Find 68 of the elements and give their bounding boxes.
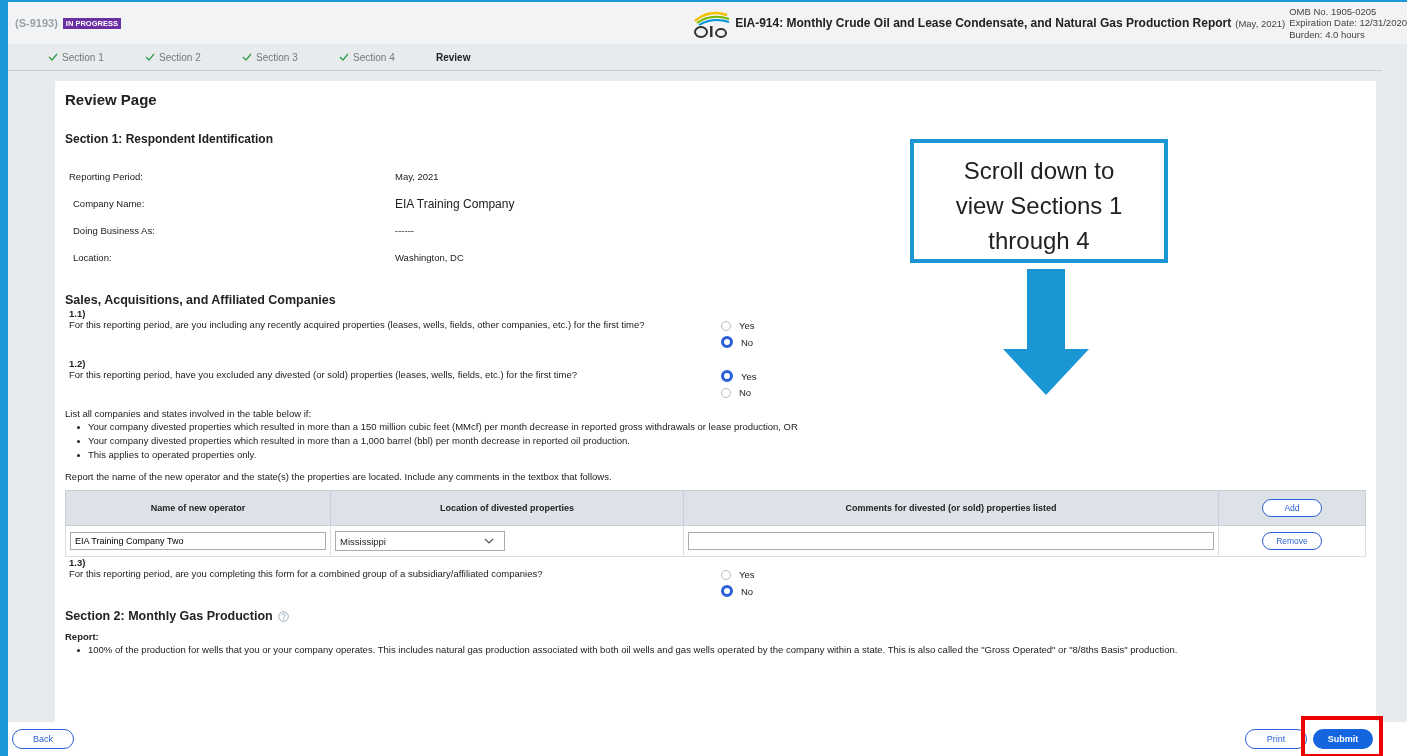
down-arrow-icon	[1003, 269, 1089, 395]
chevron-icon	[484, 538, 494, 544]
question-text: For this reporting period, have you excluded any divested (or sold) properties (leases, wells, fields, etc.) for the first time?	[69, 369, 578, 380]
operator-input[interactable]: EIA Training Company Two	[70, 532, 326, 550]
field-value: Washington, DC	[395, 251, 464, 265]
omb-number: OMB No. 1905-0205	[1289, 5, 1378, 18]
checkmark-icon	[145, 52, 155, 61]
column-header: Location of divested properties	[330, 490, 684, 526]
question-text: For this reporting period, are you including any recently acquired properties (leases, wells, fields, other companies, etc.) for the first time?	[69, 319, 646, 330]
field-label: Doing Business As:	[72, 224, 155, 238]
checkmark-icon	[339, 52, 349, 61]
field-label: Reporting Period:	[69, 170, 143, 184]
bullet-text: Your company divested properties which resulted in more than a 150 million cubic feet (MMcf) per month decrease in reported gross withdrawals or lease production, OR	[88, 420, 798, 434]
help-icon[interactable]	[277, 610, 289, 622]
report-period: (May, 2021)	[1235, 17, 1286, 29]
radio-label: No	[741, 585, 754, 597]
radio-label: Yes	[741, 370, 757, 382]
radio-label: No	[741, 336, 754, 348]
report-label: Report:	[65, 631, 100, 642]
question-number: 1.3)	[69, 557, 87, 568]
print-button[interactable]: Print	[1245, 729, 1307, 749]
bullet-icon	[77, 439, 80, 443]
list-intro: List all companies and states involved in the table below if:	[65, 408, 313, 419]
radio-button[interactable]	[721, 336, 733, 348]
field-value: EIA Training Company	[395, 197, 515, 211]
field-label: Location:	[72, 251, 112, 265]
question-number: 1.1)	[69, 308, 87, 319]
burden-text: Burden: 4.0 hours	[1289, 28, 1366, 41]
bullet-icon	[77, 425, 80, 429]
checkmark-icon	[48, 52, 58, 61]
bullet-icon	[77, 453, 80, 457]
back-button[interactable]: Back	[12, 729, 74, 749]
checkmark-icon	[242, 52, 252, 61]
bullet-text: 100% of the production for wells that you or your company operates. This includes natural gas production associated with both oil wells and gas wells operated by the company within a state. This is also called the "Gross Operated" or "8/8ths Basis" production.	[88, 643, 1178, 657]
field-value: May, 2021	[395, 170, 439, 184]
callout-box: Scroll down to view Sections 1 through 4	[910, 139, 1168, 263]
remove-button[interactable]: Remove	[1262, 532, 1322, 550]
column-header: Comments for divested (or sold) properties listed	[683, 490, 1219, 526]
location-dropdown[interactable]: Mississippi	[335, 531, 505, 551]
step-tab[interactable]: Section 2	[145, 51, 242, 63]
step-tab[interactable]: Section 1	[48, 51, 145, 63]
expiration-date: Expiration Date: 12/31/2020	[1289, 17, 1407, 29]
bullet-text: Your company divested properties which resulted in more than a 1,000 barrel (bbl) per month decrease in reported oil production.	[88, 434, 630, 448]
section-title: Section 2: Monthly Gas Production	[65, 609, 273, 623]
question-text: For this reporting period, are you completing this form for a combined group of a subsidiary/affiliated companies?	[69, 568, 544, 579]
radio-label: No	[739, 387, 752, 398]
field-value: ------	[395, 224, 414, 238]
radio-label: Yes	[739, 569, 755, 580]
form-title: EIA-914: Monthly Crude Oil and Lease Condensate, and Natural Gas Production Report	[735, 16, 1232, 30]
field-label: Company Name:	[72, 197, 145, 211]
bullet-icon	[77, 648, 80, 652]
step-tab[interactable]: Section 4	[339, 51, 436, 63]
column-header: Name of new operator	[65, 490, 331, 526]
submit-button[interactable]: Submit	[1313, 729, 1373, 749]
comments-input[interactable]	[688, 532, 1214, 550]
step-tab[interactable]: Review	[436, 51, 533, 63]
section-title: Section 1: Respondent Identification	[65, 132, 274, 146]
step-tab[interactable]: Section 3	[242, 51, 339, 63]
question-number: 1.2)	[69, 358, 87, 369]
radio-button[interactable]	[721, 370, 733, 382]
case-id: (S-9193)	[15, 17, 58, 29]
page-title: Review Page	[65, 91, 158, 108]
radio-button[interactable]	[721, 585, 733, 597]
add-button[interactable]: Add	[1262, 499, 1322, 517]
radio-label: Yes	[739, 320, 755, 331]
bullet-text: This applies to operated properties only.	[88, 448, 257, 462]
instruction-text: Report the name of the new operator and the state(s) the properties are located. Include any comments in the textbox that follows.	[65, 471, 613, 482]
subsection-title: Sales, Acquisitions, and Affiliated Companies	[65, 293, 337, 307]
